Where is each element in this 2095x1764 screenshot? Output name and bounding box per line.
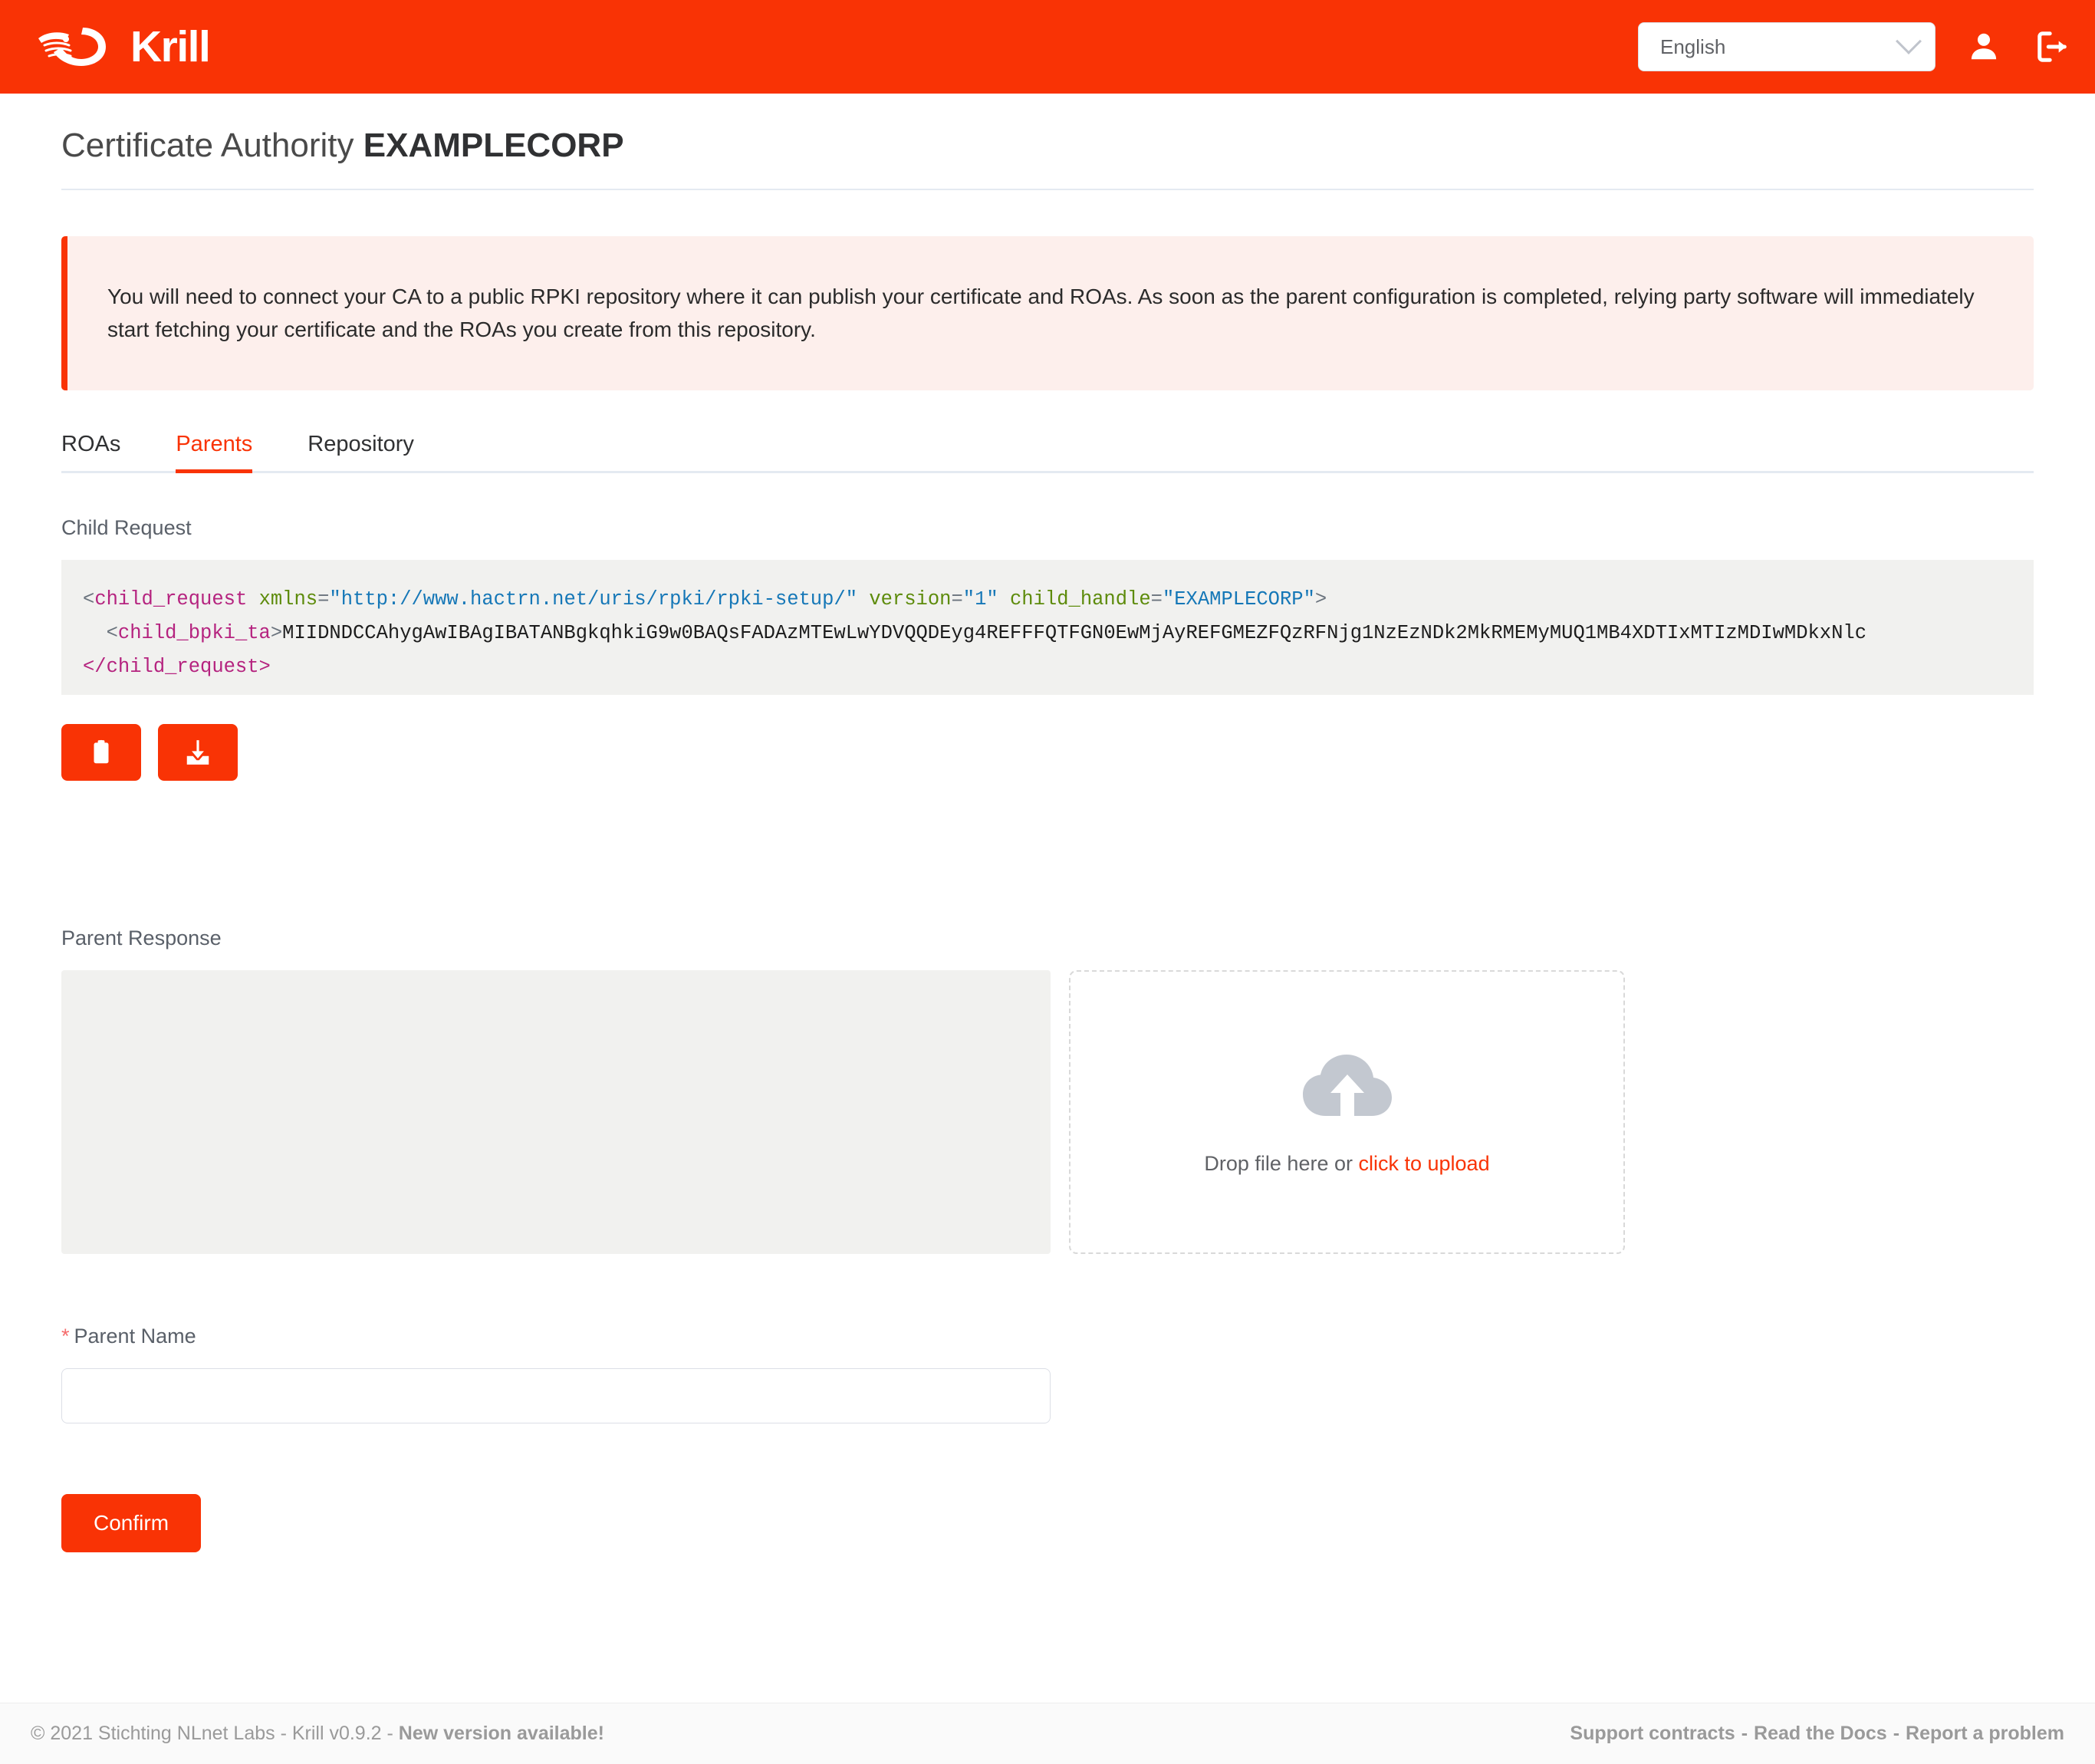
brand-logo[interactable]: Krill — [35, 21, 211, 73]
xml-close-bracket: > — [1314, 588, 1327, 611]
xml-attr-version: version — [869, 588, 952, 611]
page-footer: © 2021 Stichting NLnet Labs - Krill v0.9… — [0, 1703, 2095, 1764]
child-request-actions — [61, 724, 2034, 782]
xml-gt-2: > — [270, 622, 283, 645]
confirm-button[interactable]: Confirm — [61, 1494, 202, 1553]
footer-link-read-the-docs[interactable]: Read the Docs — [1754, 1723, 1887, 1745]
info-alert: You will need to connect your CA to a pu… — [61, 236, 2034, 391]
xml-eq-1: = — [317, 588, 330, 611]
copy-to-clipboard-button[interactable] — [61, 724, 141, 782]
xml-eq-3: = — [1150, 588, 1163, 611]
child-request-label: Child Request — [61, 516, 192, 540]
download-button[interactable] — [158, 724, 238, 782]
parent-name-label: * Parent Name — [61, 1325, 2034, 1348]
xml-eq-2: = — [951, 588, 963, 611]
footer-new-version-link[interactable]: New version available! — [399, 1723, 604, 1744]
xml-open-bracket: < — [83, 588, 95, 611]
xml-value-xmlns: "http://www.hactrn.net/uris/rpki/rpki-se… — [329, 588, 858, 611]
xml-base64-content: MIIDNDCCAhygAwIBAgIBATANBgkqhkiG9w0BAQsF… — [282, 622, 1867, 645]
chevron-down-icon — [1896, 28, 1922, 54]
language-select-value: English — [1660, 35, 1726, 58]
footer-separator-1: - — [1741, 1723, 1748, 1744]
krill-shrimp-logo-icon — [35, 21, 120, 73]
child-request-code-block: <child_request xmlns="http://www.hactrn.… — [61, 560, 2034, 696]
xml-closing-tag-child-request: </child_request> — [83, 656, 271, 679]
certificate-authority-name: EXAMPLECORP — [363, 127, 624, 164]
info-alert-text: You will need to connect your CA to a pu… — [107, 285, 1975, 341]
xml-tag-child-bpki-ta: child_bpki_ta — [117, 622, 271, 645]
parent-name-label-text: Parent Name — [74, 1325, 196, 1348]
tab-repository[interactable]: Repository — [280, 432, 442, 471]
footer-link-support-contracts[interactable]: Support contracts — [1570, 1723, 1735, 1745]
download-icon — [186, 740, 209, 765]
required-asterisk: * — [61, 1325, 70, 1348]
user-icon — [1971, 33, 1997, 60]
xml-attr-child-handle: child_handle — [1010, 588, 1151, 611]
bottom-spacer — [61, 1552, 2034, 1683]
footer-copyright-text: © 2021 Stichting NLnet Labs - Krill v0.9… — [31, 1723, 399, 1744]
file-dropzone[interactable]: Drop file here or click to upload — [1069, 970, 1625, 1255]
language-select[interactable]: English — [1638, 22, 1935, 71]
dropzone-hint: Drop file here or — [1204, 1152, 1359, 1176]
parent-response-label: Parent Response — [61, 926, 222, 950]
dropzone-text: Drop file here or click to upload — [1204, 1152, 1489, 1176]
tab-bar: ROAs Parents Repository — [61, 432, 2034, 474]
dropzone-upload-link[interactable]: click to upload — [1358, 1152, 1489, 1175]
xml-attr-xmlns: xmlns — [258, 588, 318, 611]
logout-button[interactable] — [2032, 26, 2074, 67]
page-title: Certificate Authority EXAMPLECORP — [61, 127, 2034, 164]
xml-value-child-handle: "EXAMPLECORP" — [1162, 588, 1315, 611]
clipboard-icon — [94, 740, 109, 764]
user-account-button[interactable] — [1963, 26, 2005, 67]
footer-link-report-a-problem[interactable]: Report a problem — [1906, 1723, 2064, 1745]
top-bar-actions: English — [1638, 22, 2074, 71]
brand-name: Krill — [130, 21, 211, 71]
footer-copyright: © 2021 Stichting NLnet Labs - Krill v0.9… — [31, 1723, 604, 1745]
tab-roas[interactable]: ROAs — [61, 432, 148, 471]
footer-separator-2: - — [1893, 1723, 1900, 1744]
cloud-upload-icon — [1300, 1048, 1395, 1126]
parent-response-row: Drop file here or click to upload — [61, 970, 2034, 1255]
xml-value-version: "1" — [962, 588, 998, 611]
top-navigation-bar: Krill English — [0, 0, 2095, 94]
parent-response-textarea[interactable] — [61, 970, 1051, 1255]
logout-icon — [2037, 31, 2067, 62]
main-content: You will need to connect your CA to a pu… — [0, 190, 2095, 1683]
parent-name-input[interactable] — [61, 1368, 1051, 1424]
page-title-prefix: Certificate Authority — [61, 127, 354, 164]
xml-tag-child-request: child_request — [94, 588, 248, 611]
footer-links: Support contracts - Read the Docs - Repo… — [1570, 1723, 2064, 1745]
page-header: Certificate Authority EXAMPLECORP — [0, 94, 2095, 189]
xml-open-bracket-2: < — [106, 622, 118, 645]
tab-parents[interactable]: Parents — [148, 432, 280, 474]
